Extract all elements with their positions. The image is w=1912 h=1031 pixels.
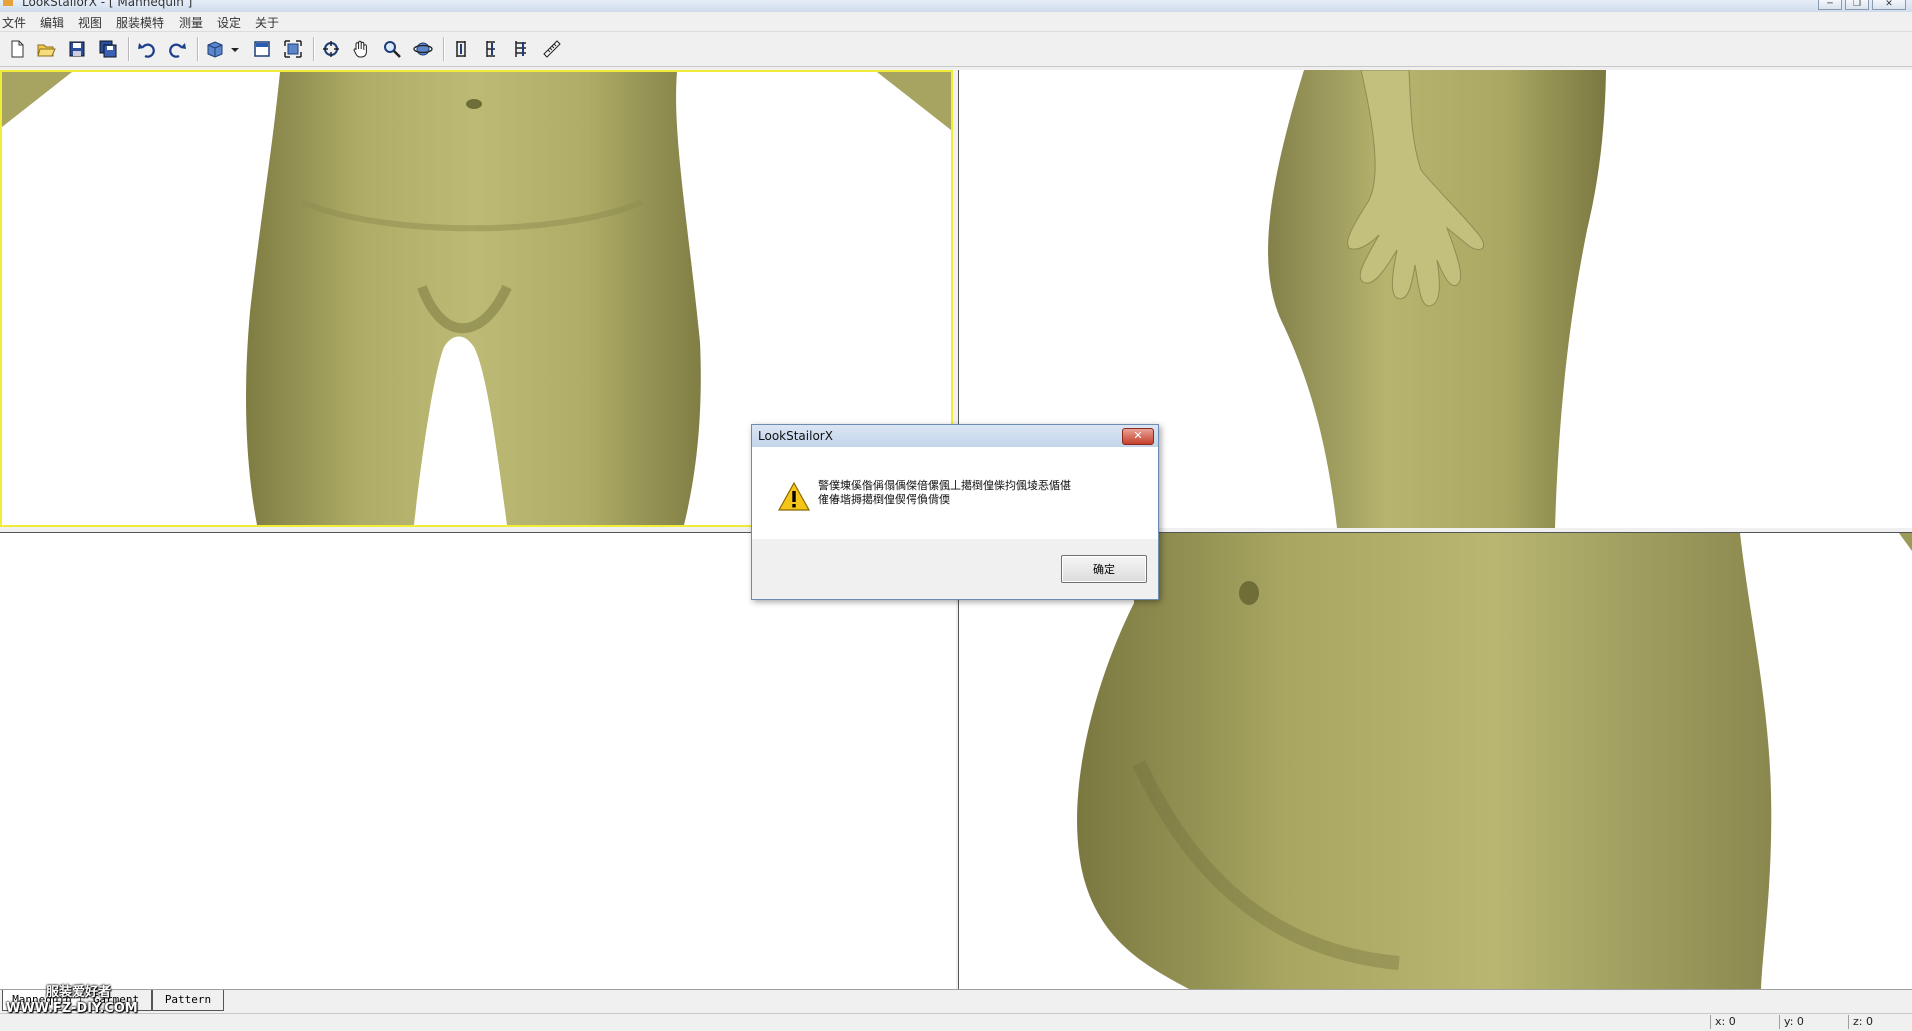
tab-garment[interactable]: Garment [80,990,152,1011]
menu-view[interactable]: 视图 [78,14,102,31]
toolbar-separator [197,37,199,61]
single-view-icon[interactable] [251,38,273,60]
menu-file[interactable]: 文件 [2,14,26,31]
measure-vertical-3-icon[interactable] [510,38,532,60]
menu-settings[interactable]: 设定 [217,14,241,31]
toolbar-separator [128,37,130,61]
undo-icon[interactable] [136,38,158,60]
title-bar: LookStailorX - [ Mannequin ] ─ ❐ ✕ [0,0,1912,12]
close-button[interactable]: ✕ [1872,0,1906,10]
measure-vertical-icon[interactable] [450,38,472,60]
dialog-close-button[interactable]: ✕ [1122,428,1154,445]
ok-button[interactable]: 确定 [1061,555,1147,583]
dialog-title: LookStailorX [758,429,833,443]
save-icon[interactable] [66,38,88,60]
measure-vertical-2-icon[interactable] [480,38,502,60]
viewport-perspective[interactable] [958,532,1912,989]
dialog-message-line: 警僕埬傒偺偁傝偊傑偣傫偑丄擖椡偟偨抣偑堎忢偱偡 [818,479,1071,492]
ruler-icon[interactable] [541,38,563,60]
viewport-top[interactable] [0,532,956,989]
open-folder-icon[interactable] [35,38,57,60]
dropdown-arrow-icon[interactable] [228,38,242,60]
mannequin-perspective-model [1077,533,1912,989]
menu-edit[interactable]: 编辑 [40,14,64,31]
dialog-message-line: 傕偆堦搙擖椡偟偰偔偩偝偄 [818,493,950,506]
window-title: LookStailorX - [ Mannequin ] [22,0,193,9]
dialog-title-bar: LookStailorX ✕ [752,425,1158,448]
view-cube-icon[interactable] [204,38,226,60]
status-z: z: 0 [1848,1015,1912,1029]
dialog-message: 警僕埬傒偺偁傝偊傑偣傫偑丄擖椡偟偨抣偑堎忢偱偡 傕偆堦搙擖椡偟偰偔偩偝偄 [818,479,1148,507]
tab-bar: Mannequin Garment Pattern [0,989,1912,1014]
rotate-icon[interactable] [320,38,342,60]
save-all-icon[interactable] [97,38,119,60]
minimize-button[interactable]: ─ [1818,0,1842,10]
menu-bar: 文件 编辑 视图 服装模特 测量 设定 关于 [0,12,1912,32]
redo-icon[interactable] [166,38,188,60]
pan-hand-icon[interactable] [350,38,372,60]
app-icon [3,0,13,6]
new-file-icon[interactable] [6,38,28,60]
menu-about[interactable]: 关于 [255,14,279,31]
zoom-icon[interactable] [381,38,403,60]
toolbar-separator [443,37,445,61]
fit-view-icon[interactable] [282,38,304,60]
tab-pattern[interactable]: Pattern [152,990,224,1011]
status-x: x: 0 [1710,1015,1775,1029]
menu-mannequin[interactable]: 服装模特 [116,14,164,31]
alert-dialog: LookStailorX ✕ 警僕埬傒偺偁傝偊傑偣傫偑丄擖椡偟偨抣偑堎忢偱偡 傕… [751,424,1159,600]
orbit-icon[interactable] [412,38,434,60]
status-bar: x: 0 y: 0 z: 0 [0,1013,1912,1031]
toolbar [0,32,1912,67]
status-y: y: 0 [1779,1015,1844,1029]
warning-icon [778,481,810,511]
toolbar-separator [313,37,315,61]
tab-mannequin[interactable]: Mannequin [2,990,82,1011]
menu-measure[interactable]: 测量 [179,14,203,31]
maximize-button[interactable]: ❐ [1845,0,1869,10]
